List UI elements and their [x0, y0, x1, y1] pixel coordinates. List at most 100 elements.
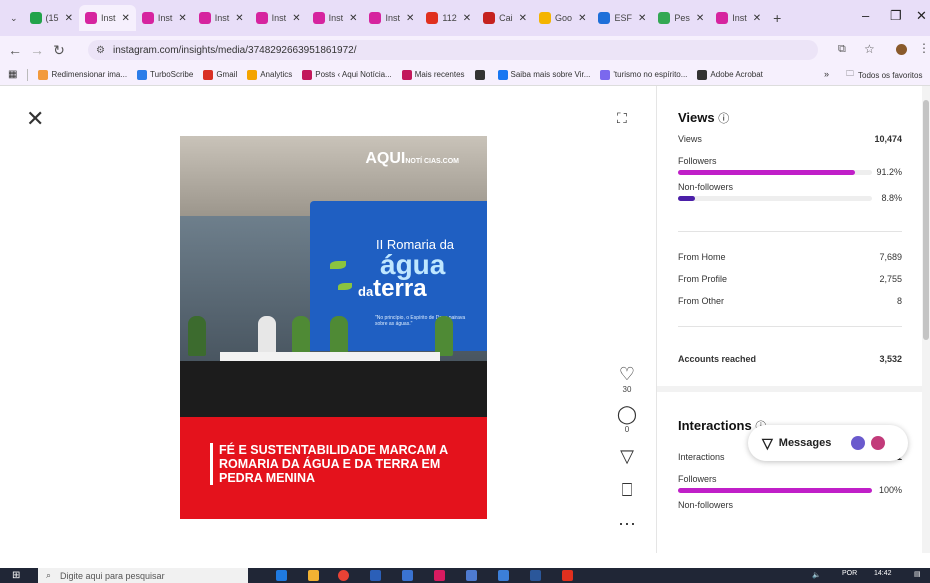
browser-tab[interactable]: Inst ✕ — [363, 5, 420, 31]
close-window-icon[interactable]: ✕ — [916, 8, 927, 24]
browser-tab[interactable]: Cai ✕ — [477, 5, 533, 31]
bookmark-item[interactable]: Adobe Acrobat — [697, 69, 763, 80]
tab-close-icon[interactable]: ✕ — [178, 13, 186, 24]
tab-close-icon[interactable]: ✕ — [638, 13, 646, 24]
banner-line-3-main: terra — [373, 275, 427, 302]
install-app-icon[interactable]: ⧉ — [838, 43, 846, 56]
bookmark-item[interactable]: Posts ‹ Aqui Notícia... — [302, 69, 392, 80]
tab-label: 112 — [442, 13, 457, 23]
fullscreen-icon[interactable]: ⛶ — [617, 110, 627, 127]
bookmark-item[interactable]: Mais recentes — [401, 69, 465, 80]
bookmark-item[interactable]: Analytics — [247, 69, 292, 80]
bookmark-divider — [27, 68, 29, 81]
tab-close-icon[interactable]: ✕ — [349, 13, 357, 24]
apps-grid-icon[interactable]: ▦ — [8, 69, 17, 80]
nonfollowers-label: Non-followers — [678, 182, 734, 192]
int-followers-bar — [678, 488, 872, 493]
bookmark-icon: ⎕ — [621, 480, 633, 500]
acrobat-icon[interactable] — [562, 570, 573, 581]
bookmark-label: 'turismo no espírito... — [613, 70, 688, 79]
forward-icon[interactable]: → — [26, 42, 48, 58]
bookmark-item[interactable]: Redimensionar ima... — [38, 69, 127, 80]
browser-tab[interactable]: Inst ✕ — [307, 5, 364, 31]
tab-search-button[interactable]: ⌄ — [4, 5, 24, 31]
language-indicator[interactable]: POR — [842, 570, 857, 577]
browser-tab[interactable]: Inst ✕ — [710, 5, 767, 31]
close-icon[interactable]: ✕ — [26, 106, 44, 132]
browser-tab[interactable]: Inst ✕ — [193, 5, 250, 31]
views-title: Views — [678, 110, 715, 125]
browser-tab[interactable]: Inst ✕ — [250, 5, 307, 31]
app-icon[interactable] — [370, 570, 381, 581]
tab-close-icon[interactable]: ✕ — [292, 13, 300, 24]
tab-close-icon[interactable]: ✕ — [121, 13, 129, 24]
back-icon[interactable]: ← — [4, 42, 26, 58]
tab-close-icon[interactable]: ✕ — [696, 13, 704, 24]
indesign-icon[interactable] — [434, 570, 445, 581]
taskbar-search-input[interactable]: ⌕ Digite aqui para pesquisar — [38, 568, 248, 583]
app-icon[interactable] — [402, 570, 413, 581]
bookmark-item[interactable]: TurboScribe — [137, 69, 193, 80]
like-button[interactable]: ♡ 30 — [612, 364, 642, 394]
profile-avatar[interactable] — [896, 44, 907, 55]
tab-close-icon[interactable]: ✕ — [753, 13, 761, 24]
taskview-icon[interactable] — [276, 570, 287, 581]
bookmark-favicon-icon — [401, 69, 412, 80]
browser-tab[interactable]: Goo ✕ — [533, 5, 592, 31]
bookmark-star-icon[interactable]: ☆ — [864, 42, 875, 56]
headline-banner: FÉ E SUSTENTABILIDADE MARCAM A ROMARIA D… — [180, 417, 487, 519]
site-info-icon[interactable]: ⚙ — [96, 45, 105, 56]
clock[interactable]: 14:42 — [874, 570, 892, 577]
browser-tab[interactable]: Inst ✕ — [136, 5, 193, 31]
bookmark-item[interactable]: Saiba mais sobre Vir... — [497, 69, 590, 80]
bookmark-item[interactable] — [474, 69, 488, 80]
banner-quote: "No princípio, o Espírito de Deus pairav… — [375, 315, 466, 327]
scrollbar-thumb[interactable] — [923, 100, 929, 340]
tab-close-icon[interactable]: ✕ — [519, 13, 527, 24]
nonfollowers-bar — [678, 196, 696, 201]
reload-icon[interactable]: ↻ — [48, 42, 70, 59]
taskbar-search-placeholder: Digite aqui para pesquisar — [60, 570, 165, 581]
messages-button[interactable]: ▽ Messages — [748, 425, 908, 461]
browser-tab[interactable]: Pes ✕ — [652, 5, 710, 31]
comment-button[interactable]: ◯ 0 — [612, 404, 642, 434]
browser-tab[interactable]: 112 ✕ — [420, 5, 477, 31]
more-options-button[interactable]: ⋯ — [612, 514, 642, 535]
save-button[interactable]: ⎕ — [612, 480, 642, 501]
bookmarks-overflow-button[interactable]: » — [824, 69, 829, 79]
browser-tab[interactable]: (15 ✕ — [24, 5, 79, 31]
tab-close-icon[interactable]: ✕ — [406, 13, 414, 24]
notifications-icon[interactable]: ▤ — [914, 571, 921, 578]
interactions-label: Interactions — [678, 452, 725, 462]
tab-close-icon[interactable]: ✕ — [463, 13, 471, 24]
accounts-reached-row: Accounts reached 3,532 — [678, 354, 902, 364]
minimize-icon[interactable]: – — [862, 8, 869, 23]
tab-label: Cai — [499, 13, 513, 23]
share-button[interactable]: ▽ — [612, 446, 642, 467]
bookmark-item[interactable]: Gmail — [203, 69, 237, 80]
browser-menu-icon[interactable]: ⋮ — [918, 41, 930, 55]
all-bookmarks-folder[interactable]: 🗀 Todos os favoritos — [846, 68, 922, 82]
file-explorer-icon[interactable] — [308, 570, 319, 581]
chrome-icon[interactable] — [338, 570, 349, 581]
app-icon[interactable] — [498, 570, 509, 581]
int-followers-label: Followers — [678, 474, 717, 484]
url-field[interactable]: ⚙ instagram.com/insights/media/374829266… — [88, 40, 818, 60]
tab-close-icon[interactable]: ✕ — [578, 13, 586, 24]
more-icon: ⋯ — [618, 514, 636, 534]
section-divider — [678, 231, 902, 232]
info-icon[interactable]: ⓘ — [718, 113, 729, 125]
tab-close-icon[interactable]: ✕ — [65, 13, 73, 24]
browser-tab[interactable]: Inst ✕ — [78, 5, 136, 31]
volume-icon[interactable]: 🔈 — [812, 572, 821, 579]
tab-close-icon[interactable]: ✕ — [235, 13, 243, 24]
restore-icon[interactable]: ❐ — [890, 8, 902, 24]
send-icon: ▽ — [620, 446, 634, 466]
new-tab-button[interactable]: + — [767, 5, 787, 31]
photos-icon[interactable] — [466, 570, 477, 581]
bookmark-item[interactable]: 'turismo no espírito... — [600, 69, 688, 80]
tab-label: Inst — [328, 13, 344, 23]
browser-tab[interactable]: ESF ✕ — [592, 5, 652, 31]
word-icon[interactable] — [530, 570, 541, 581]
windows-start-icon[interactable]: ⊞ — [12, 570, 20, 581]
